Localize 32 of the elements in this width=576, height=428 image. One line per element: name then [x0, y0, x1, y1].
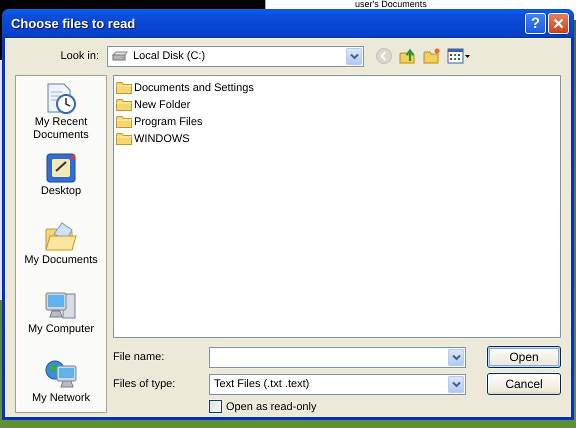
folder-icon: [116, 81, 132, 94]
desktop-icon: [44, 151, 78, 185]
file-name-field[interactable]: [209, 346, 466, 368]
look-in-dropdown[interactable]: Local Disk (C:): [107, 46, 364, 66]
places-item[interactable]: My Recent Documents: [17, 82, 105, 151]
folder-icon: [116, 115, 132, 128]
close-button[interactable]: [548, 13, 569, 34]
places-item[interactable]: Desktop: [17, 151, 105, 220]
file-type-dropdown[interactable]: Text Files (.txt .text): [209, 374, 466, 394]
places-item[interactable]: My Network: [17, 358, 105, 412]
folder-name[interactable]: Program Files: [134, 116, 202, 128]
read-only-label: Open as read-only: [226, 400, 316, 412]
look-in-label: Look in:: [59, 50, 100, 62]
new-folder-icon[interactable]: [422, 46, 442, 66]
folder-name[interactable]: New Folder: [134, 98, 190, 110]
folder-icon: [116, 132, 132, 145]
tree-item: user's Documents: [355, 0, 427, 9]
folder-name[interactable]: Documents and Settings: [134, 82, 254, 94]
view-grid-icon[interactable]: [446, 46, 472, 66]
places-item[interactable]: My Documents: [17, 220, 105, 289]
window-title: Choose files to read: [11, 16, 136, 31]
dialog-button[interactable]: Cancel: [487, 373, 561, 395]
folder-name[interactable]: WINDOWS: [134, 132, 190, 144]
file-name-label: File name:: [113, 351, 166, 363]
read-only-checkbox[interactable]: [209, 400, 222, 413]
places-item[interactable]: My Computer: [17, 289, 105, 358]
close-icon: [553, 18, 564, 29]
file-type-label: Files of type:: [113, 378, 176, 390]
drive-icon: [112, 51, 128, 61]
dialog-button[interactable]: Open: [487, 346, 561, 368]
folder-icon: [116, 98, 132, 111]
help-button[interactable]: ?: [525, 13, 546, 34]
